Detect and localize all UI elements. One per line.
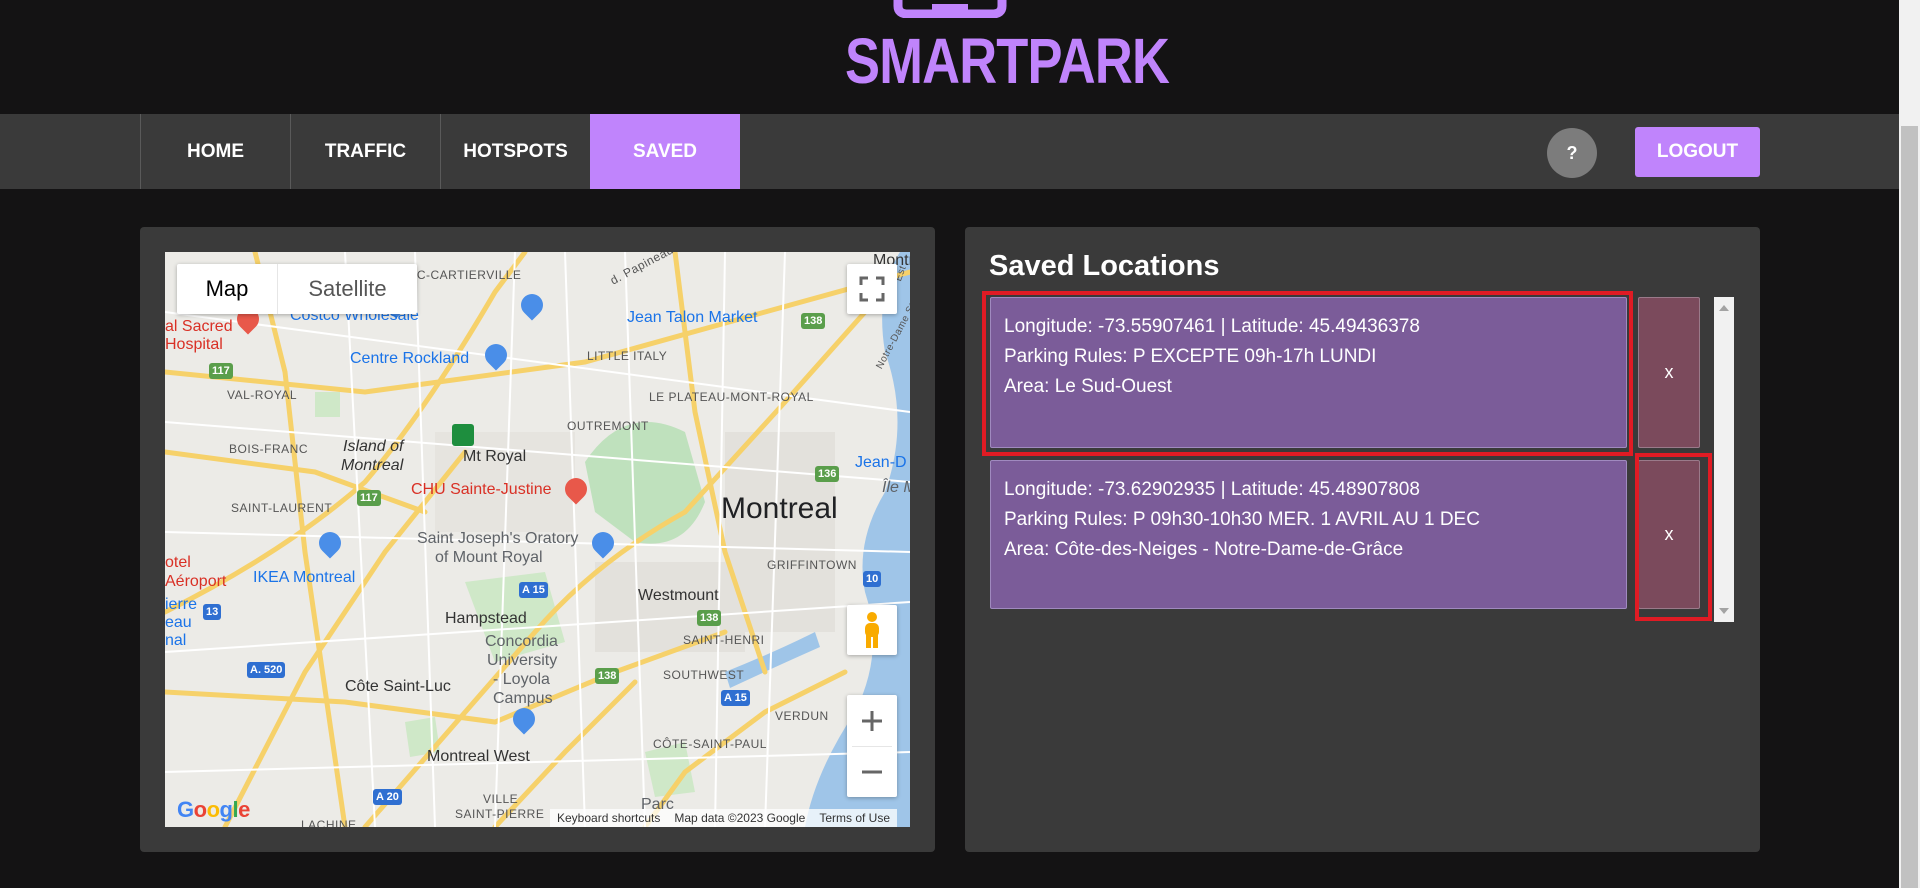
- map-data-credit: Map data ©2023 Google: [674, 811, 806, 825]
- map-label: BOIS-FRANC: [229, 442, 309, 456]
- map-label: SOUTHWEST: [663, 668, 745, 682]
- map-label: Île M: [882, 479, 910, 496]
- map-type-satellite-button[interactable]: Satellite: [277, 264, 417, 314]
- map-label: VAL-ROYAL: [227, 388, 298, 402]
- map-label: IKEA Montreal: [253, 569, 356, 586]
- highlight-box: [1635, 453, 1712, 621]
- map-label: eau: [165, 614, 192, 631]
- keyboard-shortcuts-link[interactable]: Keyboard shortcuts: [550, 811, 667, 825]
- header: SMARTPARK: [0, 0, 1899, 114]
- map-label: SAINT-PIERRE: [455, 807, 545, 821]
- map-label: ierre: [165, 596, 198, 613]
- google-logo: Google: [177, 797, 250, 822]
- map-view[interactable]: IC-CARTIERVILLE Costco Wholesale Jean Ta…: [165, 252, 910, 827]
- logout-button[interactable]: LOGOUT: [1635, 127, 1760, 177]
- map-label: nal: [165, 632, 187, 649]
- zoom-out-button[interactable]: [847, 747, 897, 797]
- route-shield: 13: [203, 604, 222, 620]
- delete-location-button[interactable]: x: [1638, 297, 1700, 448]
- saved-locations-title: Saved Locations: [989, 250, 1220, 282]
- help-button[interactable]: ?: [1547, 128, 1597, 178]
- map-label: Montreal West: [427, 748, 530, 765]
- map-label: GRIFFINTOWN: [767, 558, 857, 572]
- zoom-control: [847, 695, 897, 797]
- tab-saved[interactable]: SAVED: [590, 114, 740, 189]
- plus-icon: [862, 710, 882, 731]
- map-label: of Mount Royal: [435, 549, 543, 566]
- route-shield: 10: [863, 571, 882, 587]
- map-label: VILLE: [483, 792, 519, 806]
- map-label: Jean Talon Market: [627, 309, 758, 326]
- route-shield: 117: [209, 363, 233, 379]
- route-shield: A 20: [373, 789, 402, 805]
- map-label: Montreal: [721, 492, 838, 525]
- tab-hotspots[interactable]: HOTSPOTS: [440, 114, 590, 189]
- location-coords: Longitude: -73.62902935 | Latitude: 45.4…: [1004, 479, 1420, 500]
- route-shield: A 15: [519, 582, 548, 598]
- map-type-control: Map Satellite: [177, 264, 417, 314]
- map-label: LITTLE ITALY: [587, 349, 668, 363]
- pegman-icon: [865, 612, 879, 648]
- map-label: CHU Sainte-Justine: [411, 481, 552, 498]
- terms-link[interactable]: Terms of Use: [812, 811, 897, 825]
- park-pin-icon[interactable]: [452, 424, 474, 446]
- map-label: - Loyola: [493, 671, 550, 688]
- saved-list-scrollbar[interactable]: [1714, 297, 1734, 622]
- highlight-box: [982, 291, 1633, 456]
- minus-icon: [862, 770, 882, 773]
- route-shield: 138: [801, 313, 826, 329]
- map-label: Aéroport: [165, 573, 227, 590]
- route-shield: 117: [357, 490, 381, 506]
- route-shield: 138: [697, 610, 722, 626]
- map-label: IC-CARTIERVILLE: [413, 268, 522, 282]
- route-shield: A 15: [721, 690, 750, 706]
- scroll-down-icon[interactable]: [1719, 608, 1729, 614]
- map-label: Island of: [343, 438, 404, 455]
- map-label: SAINT-HENRI: [683, 633, 765, 647]
- scroll-up-icon[interactable]: [1719, 305, 1729, 311]
- map-label: Saint Joseph's Oratory: [417, 530, 579, 547]
- page-scrollbar-thumb[interactable]: [1901, 126, 1918, 888]
- map-label: Centre Rockland: [350, 350, 470, 367]
- map-label: University: [487, 652, 558, 669]
- map-type-map-button[interactable]: Map: [177, 264, 277, 314]
- map-label: LE PLATEAU-MONT-ROYAL: [649, 390, 814, 404]
- page-scrollbar[interactable]: [1899, 0, 1920, 888]
- map-label: Mt Royal: [463, 448, 527, 465]
- route-shield: 136: [815, 466, 840, 482]
- car-logo-icon: [893, 0, 1007, 18]
- saved-location-card[interactable]: Longitude: -73.62902935 | Latitude: 45.4…: [990, 460, 1627, 609]
- route-shield: A. 520: [247, 662, 286, 678]
- map-label: Hampstead: [445, 610, 527, 627]
- map-label: Côte Saint-Luc: [345, 678, 451, 695]
- route-shield: 138: [595, 668, 620, 684]
- map-label: al Sacred: [165, 318, 233, 335]
- map-label: otel: [165, 554, 191, 571]
- map-label: Westmount: [638, 587, 719, 604]
- map-label: Campus: [493, 690, 553, 707]
- location-area: Area: Côte-des-Neiges - Notre-Dame-de-Gr…: [1004, 539, 1404, 560]
- street-view-button[interactable]: [847, 605, 897, 655]
- map-label: SAINT-LAURENT: [231, 501, 333, 515]
- map-attribution: Keyboard shortcuts Map data ©2023 Google…: [550, 809, 898, 827]
- tab-traffic[interactable]: TRAFFIC: [290, 114, 440, 189]
- navbar: HOME TRAFFIC HOTSPOTS SAVED: [0, 114, 1899, 189]
- map-label: Jean-D: [855, 454, 907, 471]
- fullscreen-icon: [859, 276, 885, 302]
- map-label: Hospital: [165, 336, 223, 353]
- map-label: Concordia: [485, 633, 558, 650]
- map-label: Montreal: [341, 457, 404, 474]
- map-label: VERDUN: [775, 709, 829, 723]
- location-rules: Parking Rules: P 09h30-10h30 MER. 1 AVRI…: [1004, 509, 1480, 530]
- fullscreen-button[interactable]: [847, 264, 897, 314]
- map-label: LACHINE: [301, 818, 357, 827]
- app-logo-text: SMARTPARK: [845, 25, 1170, 97]
- zoom-in-button[interactable]: [847, 696, 897, 746]
- map-label: CÔTE-SAINT-PAUL: [653, 737, 767, 751]
- tab-home[interactable]: HOME: [140, 114, 290, 189]
- map-label: OUTREMONT: [567, 419, 649, 433]
